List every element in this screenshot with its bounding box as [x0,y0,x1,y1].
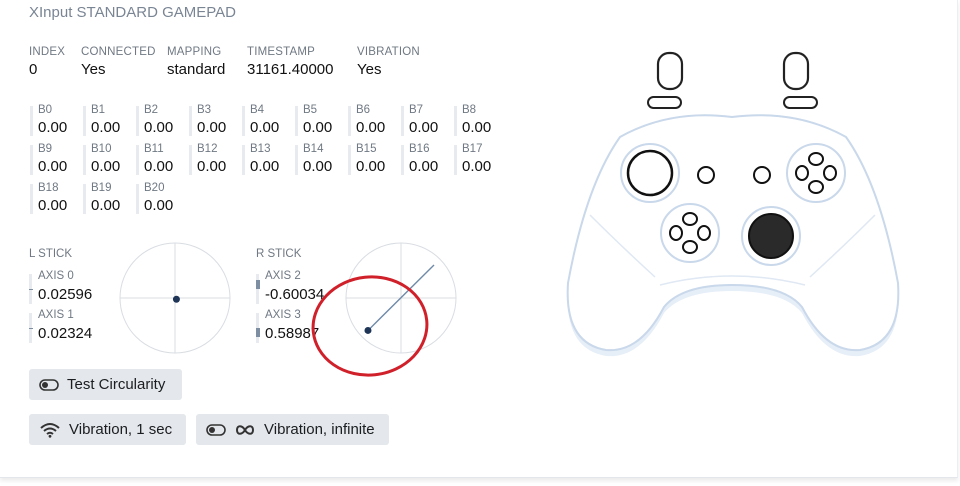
info-mapping-label: MAPPING [167,46,222,58]
info-connected-label: CONNECTED [81,46,156,58]
button-cell-b18: B18 0.00 [30,182,80,216]
infinity-icon [234,424,256,436]
left-trigger-icon [656,51,684,91]
controller-illustration [566,51,900,357]
info-timestamp-value: 31161.40000 [247,61,334,78]
button-cell-b12: B12 0.00 [189,143,239,177]
button-cell-b16: B16 0.00 [401,143,451,177]
button-cell-b17: B17 0.00 [454,143,504,177]
button-cell-b0: B0 0.00 [30,104,80,138]
axis-1: AXIS 1 0.02324 [29,309,129,345]
info-mapping-value: standard [167,61,226,78]
toggle-icon [39,378,59,391]
right-stick-title: R STICK [256,248,302,260]
info-vibration-value: Yes [357,61,382,78]
vibration-infinite-button[interactable]: Vibration, infinite [196,414,389,445]
button-cell-b20: B20 0.00 [136,182,186,216]
info-index: INDEX 0 [29,46,65,78]
gamepad-card: XInput STANDARD GAMEPAD INDEX 0 CONNECTE… [0,0,958,478]
button-cell-b8: B8 0.00 [454,104,504,138]
button-cell-b1: B1 0.00 [83,104,133,138]
button-cell-b13: B13 0.00 [242,143,292,177]
left-stick-dot [172,295,180,303]
button-cell-b4: B4 0.00 [242,104,292,138]
test-circularity-button[interactable]: Test Circularity [29,369,182,400]
right-bumper-icon [783,96,818,109]
button-cell-b9: B9 0.00 [30,143,80,177]
left-bumper-icon [647,96,682,109]
right-trigger-icon [782,51,810,91]
left-stick-title: L STICK [29,248,73,260]
info-timestamp-label: TIMESTAMP [247,46,316,58]
button-cell-b5: B5 0.00 [295,104,345,138]
button-cell-b19: B19 0.00 [83,182,133,216]
info-timestamp: TIMESTAMP 31161.40000 [247,46,333,78]
axis-2-level [256,279,260,289]
menu-button-icon [753,166,771,184]
vibration-1-sec-label: Vibration, 1 sec [69,421,173,438]
left-stick-visualizer [119,242,231,354]
right-joystick-icon [748,213,794,259]
button-cell-b3: B3 0.00 [189,104,239,138]
info-mapping: MAPPING standard [167,46,225,78]
test-circularity-label: Test Circularity [67,376,166,393]
axis-3-level [256,328,260,337]
axis-0-level [29,289,33,290]
info-index-value: 0 [29,61,38,78]
view-button-icon [697,166,715,184]
info-vibration-label: VIBRATION [357,46,420,58]
button-cell-b15: B15 0.00 [348,143,398,177]
info-vibration: VIBRATION Yes [357,46,420,78]
button-cell-b7: B7 0.00 [401,104,451,138]
left-joystick-icon [626,149,674,197]
info-connected: CONNECTED Yes [81,46,156,78]
annotation-ellipse [311,275,429,377]
vibration-infinite-label: Vibration, infinite [264,421,375,438]
axis-1-level [29,328,33,329]
toggle-icon [206,423,226,436]
button-cell-b14: B14 0.00 [295,143,345,177]
axis-0: AXIS 0 0.02596 [29,270,129,306]
gamepad-title: XInput STANDARD GAMEPAD [29,4,236,21]
vibration-1-sec-button[interactable]: Vibration, 1 sec [29,414,186,445]
button-cell-b10: B10 0.00 [83,143,133,177]
button-cell-b2: B2 0.00 [136,104,186,138]
info-index-label: INDEX [29,46,66,58]
info-connected-value: Yes [81,61,106,78]
button-cell-b11: B11 0.00 [136,143,186,177]
wifi-icon [39,422,61,438]
button-cell-b6: B6 0.00 [348,104,398,138]
controller-body [566,114,900,352]
